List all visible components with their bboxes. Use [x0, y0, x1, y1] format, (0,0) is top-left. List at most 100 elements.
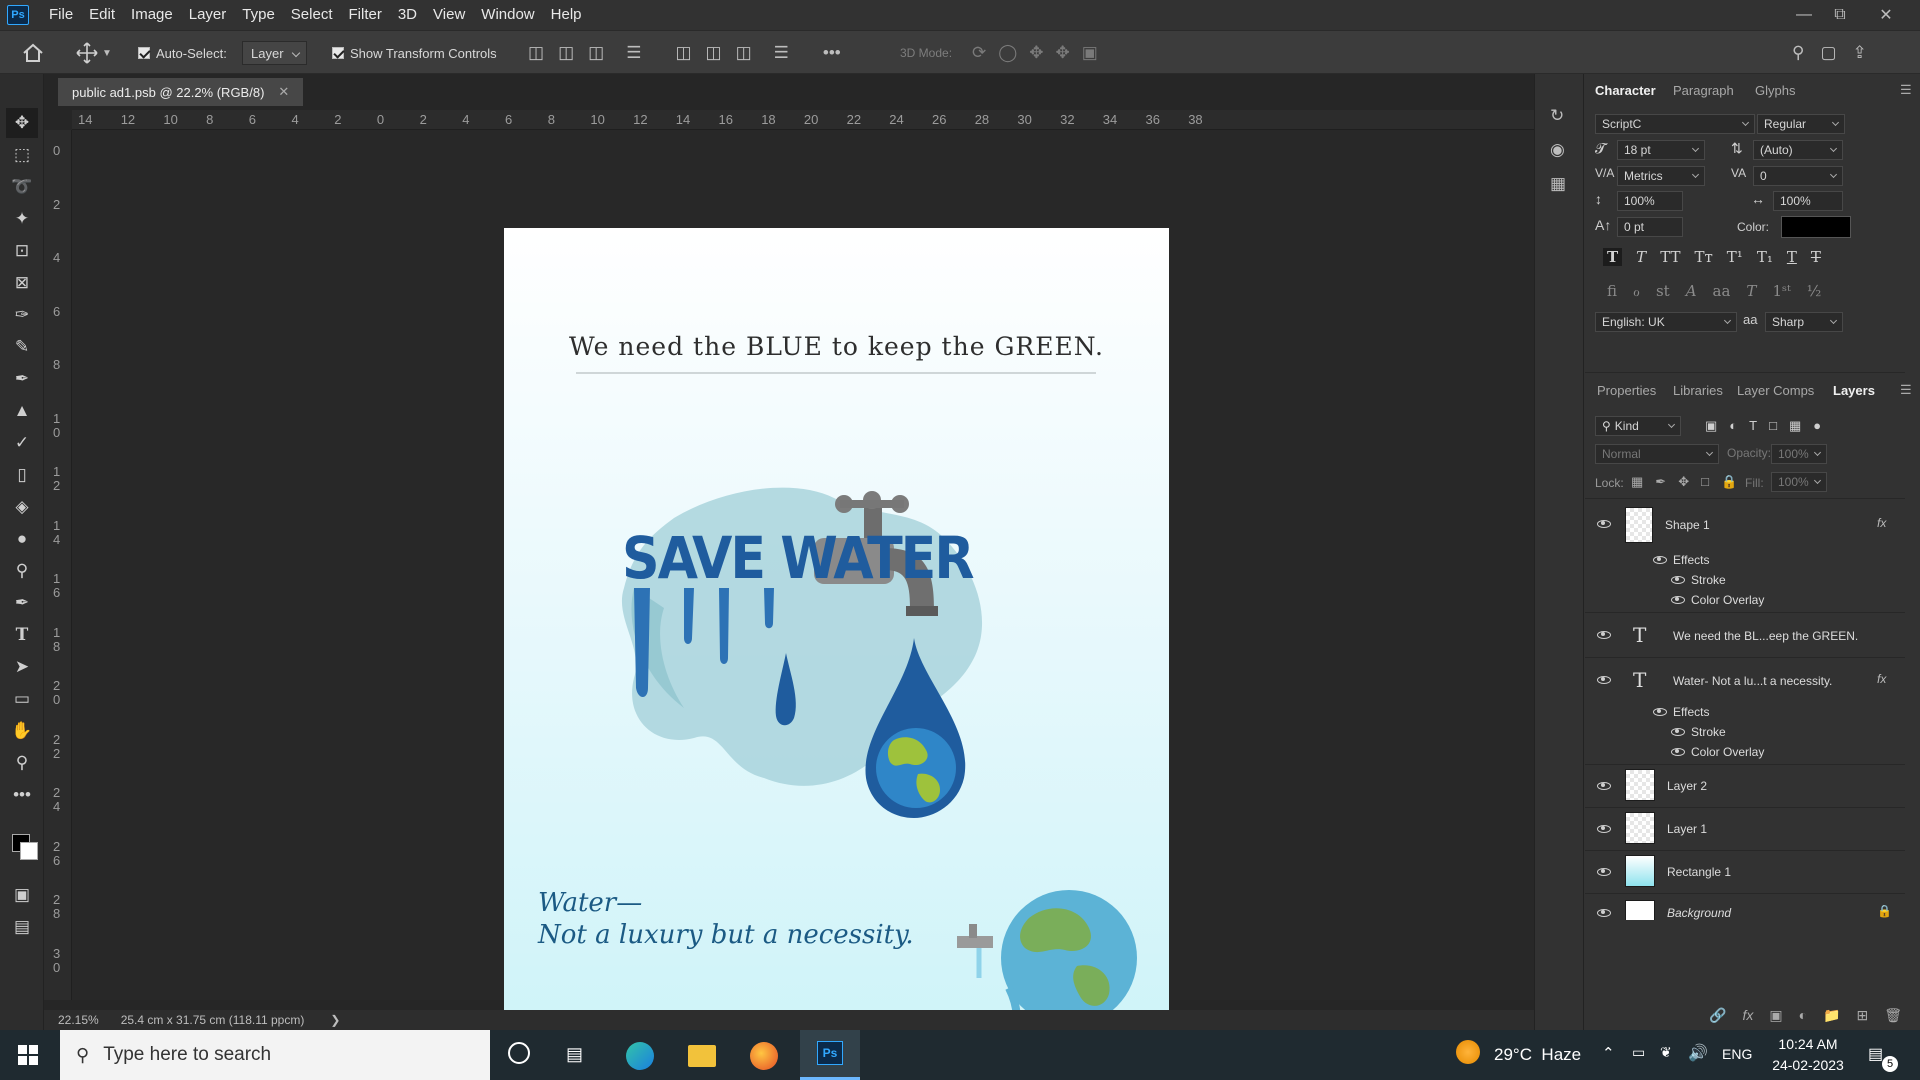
- menu-3d[interactable]: 3D: [390, 0, 425, 30]
- firefox-icon[interactable]: [750, 1042, 778, 1070]
- layer-row-layer-1[interactable]: Layer 1: [1585, 808, 1905, 850]
- magic-wand-icon[interactable]: ✦: [6, 204, 38, 234]
- layer-row-shape-1[interactable]: Shape 1 fx: [1585, 500, 1905, 550]
- chevron-up-icon[interactable]: ⌃: [1602, 1044, 1615, 1062]
- effect-color-overlay-row[interactable]: Color Overlay: [1585, 590, 1905, 612]
- tab-character[interactable]: Character: [1595, 74, 1656, 106]
- subscript-icon[interactable]: T₁: [1757, 248, 1773, 266]
- anti-alias-select[interactable]: Sharp: [1765, 312, 1843, 332]
- volume-icon[interactable]: 🔊: [1688, 1043, 1708, 1063]
- stamp-tool-icon[interactable]: ▲: [6, 396, 38, 426]
- add-mask-icon[interactable]: ▣: [1769, 1007, 1782, 1024]
- lock-artboard-icon[interactable]: □: [1701, 474, 1709, 490]
- smart-object-filter-icon[interactable]: ▦: [1789, 418, 1801, 434]
- checkbox-checked-icon[interactable]: [332, 47, 344, 59]
- fractions-icon[interactable]: ½: [1807, 282, 1822, 300]
- checkbox-checked-icon[interactable]: [138, 47, 150, 59]
- more-tools-icon[interactable]: •••: [6, 780, 38, 810]
- healing-brush-icon[interactable]: ✎: [6, 332, 38, 362]
- add-style-icon[interactable]: fx: [1742, 1007, 1753, 1023]
- marquee-tool-icon[interactable]: ⬚: [6, 140, 38, 170]
- visibility-eye-icon[interactable]: [1671, 576, 1685, 584]
- align-middle-icon[interactable]: ◫: [706, 43, 722, 63]
- transform-controls-checkbox[interactable]: Show Transform Controls: [332, 31, 497, 75]
- effects-row[interactable]: Effects: [1585, 702, 1905, 722]
- orbit-3d-icon[interactable]: ⟳: [972, 43, 986, 63]
- swash-icon[interactable]: A: [1686, 282, 1697, 300]
- path-select-icon[interactable]: ➤: [6, 652, 38, 682]
- move-tool-icon[interactable]: ▼: [76, 31, 112, 75]
- align-center-icon[interactable]: ◫: [558, 43, 574, 63]
- chevron-right-icon[interactable]: ❯: [330, 1013, 340, 1027]
- type-filter-icon[interactable]: T: [1749, 418, 1757, 434]
- effect-stroke-row[interactable]: Stroke: [1585, 570, 1905, 590]
- vertical-scale-field[interactable]: 100%: [1617, 191, 1683, 211]
- wifi-icon[interactable]: ❦: [1660, 1044, 1672, 1061]
- crop-tool-icon[interactable]: ⊡: [6, 236, 38, 266]
- adjustment-layer-icon[interactable]: ◐: [1799, 1007, 1807, 1023]
- clock-date[interactable]: 24-02-2023: [1766, 1057, 1850, 1073]
- document-canvas[interactable]: We need the BLUE to keep the GREEN. SAVE…: [504, 228, 1169, 1058]
- battery-icon[interactable]: ▭: [1632, 1044, 1645, 1061]
- tab-layers[interactable]: Layers: [1833, 374, 1875, 406]
- visibility-eye-icon[interactable]: [1597, 868, 1611, 876]
- new-layer-icon[interactable]: ⊞: [1856, 1007, 1868, 1024]
- distribute-icon[interactable]: ☰: [626, 43, 641, 63]
- baseline-shift-field[interactable]: 0 pt: [1617, 217, 1683, 237]
- swatches-panel-icon[interactable]: ▦: [1550, 174, 1566, 194]
- rectangle-tool-icon[interactable]: ▭: [6, 684, 38, 714]
- paint-bucket-icon[interactable]: ◈: [6, 492, 38, 522]
- menu-window[interactable]: Window: [473, 0, 542, 30]
- old-style-icon[interactable]: ℴ: [1633, 282, 1640, 300]
- minimize-icon[interactable]: —: [1786, 0, 1822, 30]
- layer-row-background[interactable]: Background 🔒: [1585, 894, 1905, 920]
- titling-icon[interactable]: T: [1746, 282, 1756, 300]
- auto-select-dropdown[interactable]: Layer: [242, 41, 307, 65]
- horizontal-scale-field[interactable]: 100%: [1773, 191, 1843, 211]
- lock-transparent-icon[interactable]: ▦: [1631, 474, 1643, 490]
- fx-icon[interactable]: fx: [1877, 516, 1886, 530]
- pen-tool-icon[interactable]: ✒: [6, 588, 38, 618]
- hand-tool-icon[interactable]: ✋: [6, 716, 38, 746]
- visibility-eye-icon[interactable]: [1653, 556, 1667, 564]
- menu-filter[interactable]: Filter: [341, 0, 390, 30]
- menu-type[interactable]: Type: [234, 0, 283, 30]
- underline-icon[interactable]: T: [1787, 248, 1797, 266]
- effects-row[interactable]: Effects: [1585, 550, 1905, 570]
- color-panel-icon[interactable]: ◉: [1550, 140, 1565, 160]
- link-layers-icon[interactable]: 🔗: [1709, 1007, 1726, 1024]
- layer-row-rectangle-1[interactable]: Rectangle 1: [1585, 851, 1905, 893]
- faux-bold-icon[interactable]: T: [1603, 248, 1623, 266]
- search-icon[interactable]: ⚲: [1792, 43, 1804, 63]
- close-icon[interactable]: ✕: [1868, 0, 1904, 30]
- lock-all-icon[interactable]: 🔒: [1721, 474, 1737, 490]
- tab-properties[interactable]: Properties: [1597, 374, 1656, 406]
- visibility-eye-icon[interactable]: [1671, 728, 1685, 736]
- close-tab-icon[interactable]: ✕: [278, 84, 289, 100]
- language-indicator[interactable]: ENG: [1722, 1046, 1752, 1062]
- visibility-eye-icon[interactable]: [1597, 909, 1611, 917]
- align-right-icon[interactable]: ◫: [588, 43, 604, 63]
- layer-filter-select[interactable]: ⚲ Kind: [1595, 416, 1681, 436]
- faux-italic-icon[interactable]: T: [1636, 248, 1646, 266]
- pixel-filter-icon[interactable]: ▣: [1705, 418, 1717, 434]
- fx-icon[interactable]: fx: [1877, 672, 1886, 686]
- quick-mask-icon[interactable]: ▣: [6, 880, 38, 910]
- font-size-field[interactable]: 18 pt: [1617, 140, 1705, 160]
- menu-select[interactable]: Select: [283, 0, 341, 30]
- visibility-eye-icon[interactable]: [1671, 748, 1685, 756]
- zoom-level[interactable]: 22.15%: [58, 1013, 99, 1027]
- layer-row-layer-2[interactable]: Layer 2: [1585, 765, 1905, 807]
- layers-menu-icon[interactable]: ☰: [1900, 382, 1912, 398]
- brush-tool-icon[interactable]: ✒: [6, 364, 38, 394]
- zoom-tool-icon[interactable]: ⚲: [6, 748, 38, 778]
- cortana-icon[interactable]: [508, 1042, 530, 1064]
- opacity-field[interactable]: 100%: [1771, 444, 1827, 464]
- task-view-icon[interactable]: ▤: [566, 1044, 583, 1065]
- move-tool-icon[interactable]: ✥: [6, 108, 38, 138]
- history-brush-icon[interactable]: ✓: [6, 428, 38, 458]
- chevron-down-icon[interactable]: ▼: [102, 48, 112, 59]
- layer-row-tagline-text[interactable]: T Water- Not a lu...t a necessity. fx: [1585, 658, 1905, 702]
- visibility-eye-icon[interactable]: [1671, 596, 1685, 604]
- new-group-icon[interactable]: 📁: [1823, 1007, 1840, 1024]
